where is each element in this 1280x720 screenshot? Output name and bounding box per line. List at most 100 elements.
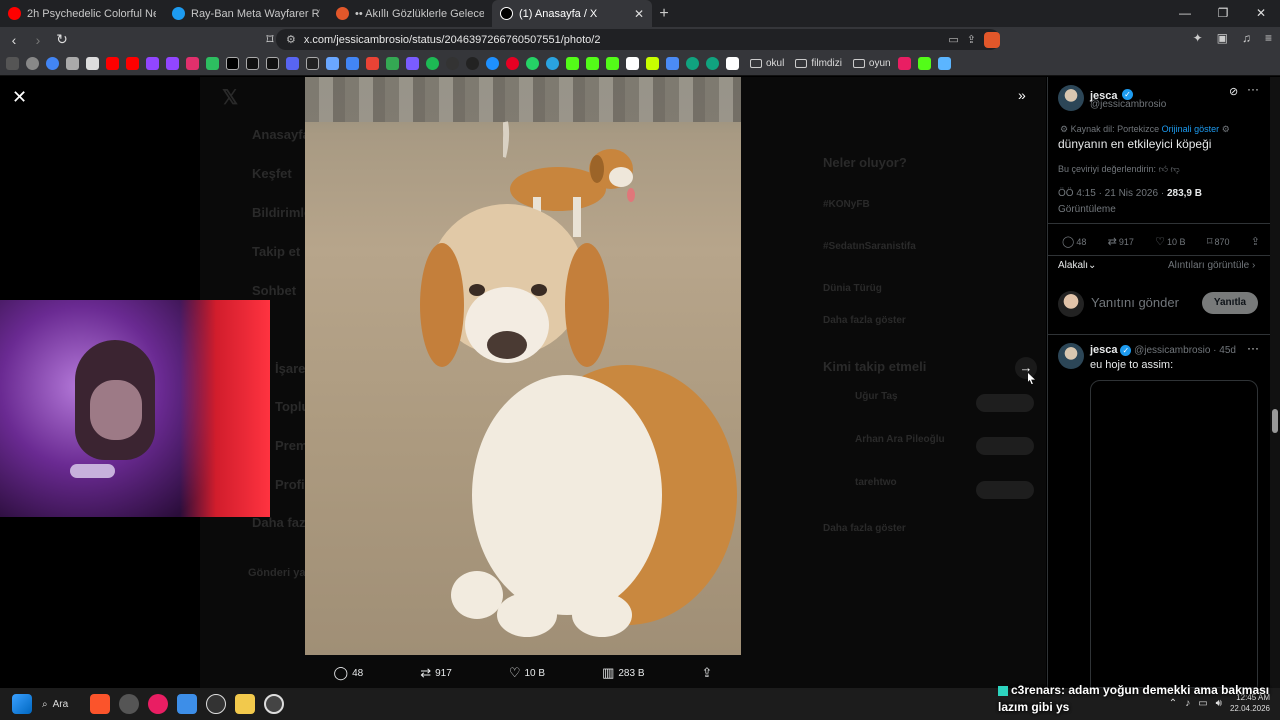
windows-start-icon[interactable] [12,694,32,714]
settings-icon[interactable]: ⚙ [1222,124,1230,134]
drive-icon[interactable] [386,57,399,70]
menu-icon[interactable]: ≡ [1265,31,1272,45]
next-photo-button[interactable]: → [1015,357,1037,379]
extensions-icon[interactable]: ✦ [1193,31,1203,45]
kick-icon[interactable] [586,57,599,70]
brave-icon[interactable] [90,694,111,714]
twitch-icon[interactable] [166,57,179,70]
tweet-photo[interactable] [305,77,741,655]
sync-icon[interactable] [206,694,227,714]
scrollbar-thumb[interactable] [1272,409,1278,433]
twitch-icon[interactable] [146,57,159,70]
back-icon[interactable]: ‹ [4,32,24,48]
reload-icon[interactable]: ↻ [52,31,72,48]
reply-media[interactable] [1090,380,1258,688]
forward-icon[interactable]: › [28,32,48,48]
kick-icon[interactable] [917,57,931,70]
tweet-timestamp[interactable]: ÖÖ 4:15 · 21 Nis 2026 · [1058,188,1164,199]
bookmark-icon[interactable] [406,57,419,70]
minimize-icon[interactable]: — [1166,0,1204,27]
tiktok-icon[interactable] [266,57,279,70]
views-action[interactable]: ▥ 283 B [602,665,644,681]
brave-shield-icon[interactable] [984,31,1000,48]
bookmark-icon[interactable] [486,57,499,70]
google-icon[interactable] [46,57,59,70]
instagram-icon[interactable] [186,57,199,70]
history-icon[interactable] [26,57,39,70]
bookmark-icon[interactable] [66,57,79,70]
gmail-icon[interactable] [366,57,379,70]
bookmark-icon[interactable] [726,57,739,70]
bookmark-icon[interactable] [937,57,951,70]
settings-icon[interactable] [264,694,285,714]
repost-stat[interactable]: ⇄ 917 [1108,235,1134,248]
current-user-avatar[interactable] [1058,291,1084,317]
thumbs-down-icon[interactable]: 👎︎ [1170,164,1179,174]
kick-icon[interactable] [566,57,579,70]
author-avatar[interactable] [1058,85,1084,111]
kick-icon[interactable] [606,57,619,70]
bookmark-icon[interactable] [666,57,679,70]
like-stat[interactable]: ♡ 10 B [1155,235,1185,248]
bookmark-folder-okul[interactable]: okul [750,58,784,69]
restore-icon[interactable]: ❐ [1204,0,1242,27]
translate-icon[interactable] [346,57,359,70]
author-handle[interactable]: @jessicambrosio [1090,99,1166,110]
reply-button[interactable]: Yanıtla [1202,292,1258,314]
chatgpt-icon[interactable] [686,57,699,70]
scrollbar[interactable] [1270,77,1280,688]
reply-author-handle[interactable]: @jessicambrosio [1134,345,1210,356]
share-icon[interactable]: ⇪ [967,33,976,46]
cast-icon[interactable]: ▭ [948,33,958,46]
bookmark-icon[interactable] [626,57,639,70]
repost-action[interactable]: ⇄ 917 [420,665,452,681]
whatsapp-icon[interactable] [526,57,539,70]
sort-replies-dropdown[interactable]: Alakalı⌄ [1058,260,1096,271]
more-options-icon[interactable]: ··· [1247,341,1259,355]
reply-action[interactable]: ◯ 48 [334,665,364,681]
gemini-icon[interactable] [86,57,99,70]
photos-icon[interactable] [177,694,198,714]
share-action[interactable]: ⇪ [702,665,713,681]
github-icon[interactable] [466,57,479,70]
bookmark-icon[interactable] [706,57,719,70]
reply-age[interactable]: · 45d [1213,345,1236,356]
tab-active[interactable]: (1) Anasayfa / X ✕ [492,0,652,27]
reply-input[interactable]: Yanıtını gönder [1091,295,1179,310]
bookmark-folder-oyun[interactable]: oyun [852,58,891,69]
close-media-icon[interactable]: ✕ [12,87,27,108]
media-player-icon[interactable] [148,694,169,714]
bookmark-stat[interactable]: ⌑ 870 [1207,235,1230,248]
youtube-icon[interactable] [106,57,119,70]
telegram-icon[interactable] [546,57,559,70]
bookmark-icon[interactable] [646,57,659,70]
grok-icon[interactable]: ⊘ [1229,85,1238,98]
site-info-icon[interactable]: ⚙ [286,33,296,46]
bookmark-icon[interactable] [306,57,319,70]
x-logo-icon[interactable] [226,57,239,70]
address-bar[interactable]: ⚙ x.com/jessicambrosio/status/2046397266… [276,29,1000,50]
apps-icon[interactable] [6,57,19,70]
file-explorer-icon[interactable] [235,694,256,714]
obs-icon[interactable] [119,694,140,714]
bookmark-icon[interactable] [326,57,339,70]
reply-author-name[interactable]: jesca [1090,344,1118,356]
bookmark-icon[interactable] [506,57,519,70]
view-quotes-link[interactable]: Alıntıları görüntüle › [1168,260,1255,271]
thumbs-up-icon[interactable]: 👍︎ [1159,164,1168,174]
youtube-icon[interactable] [126,57,139,70]
reply-author-avatar[interactable] [1058,343,1084,369]
bookmark-icon[interactable] [446,57,459,70]
reply-stat[interactable]: ◯ 48 [1062,235,1086,248]
collapse-panel-icon[interactable]: » [1018,87,1026,103]
new-tab-button[interactable]: + [652,5,676,23]
media-icon[interactable]: ♫ [1242,31,1251,45]
bookmark-folder-filmdizi[interactable]: filmdizi [795,58,842,69]
share-stat[interactable]: ⇪ [1251,235,1262,248]
tiktok-icon[interactable] [246,57,259,70]
close-window-icon[interactable]: ✕ [1242,0,1280,27]
show-original-link[interactable]: Orijinali göster [1162,124,1220,134]
bookmark-icon[interactable] [206,57,219,70]
spotify-icon[interactable] [426,57,439,70]
tab-3[interactable]: •• Akıllı Gözlüklerle Geleceği Görü H [328,0,492,27]
